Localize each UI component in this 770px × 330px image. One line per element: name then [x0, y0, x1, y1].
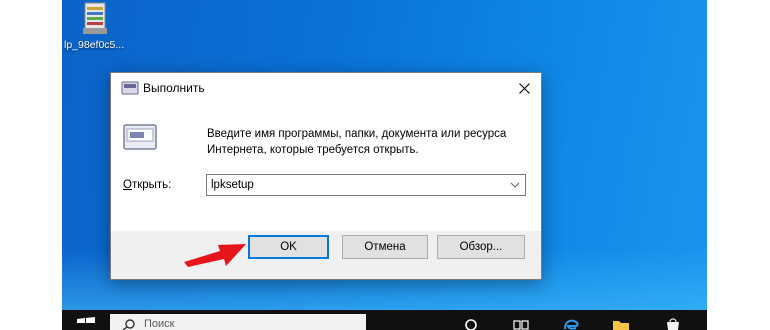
file-explorer-icon[interactable]: [612, 316, 630, 330]
open-label-accelerator: О: [123, 179, 132, 191]
command-input[interactable]: [211, 177, 501, 193]
chevron-down-icon[interactable]: [508, 178, 522, 192]
store-icon[interactable]: [664, 316, 682, 330]
dialog-content: Введите имя программы, папки, документа …: [111, 103, 541, 231]
run-program-icon: [123, 124, 157, 150]
close-button[interactable]: [507, 73, 541, 103]
desktop-shortcut[interactable]: lp_98ef0c5...: [62, 0, 132, 58]
cortana-icon[interactable]: [462, 316, 480, 330]
red-arrow-pointer: [184, 244, 246, 267]
windows-start-icon[interactable]: [76, 317, 96, 330]
archive-file-icon: [83, 2, 107, 34]
command-combobox[interactable]: [206, 174, 526, 196]
dialog-description: Введите имя программы, папки, документа …: [207, 128, 507, 156]
search-placeholder: Поиск: [144, 318, 175, 330]
dialog-titlebar[interactable]: Выполнить: [111, 73, 541, 103]
open-label-text: ткрыть:: [131, 179, 172, 191]
cancel-button[interactable]: Отмена: [342, 235, 428, 259]
run-icon: [121, 81, 139, 95]
taskbar-search-box[interactable]: Поиск: [110, 314, 366, 330]
dialog-title: Выполнить: [143, 81, 205, 95]
browse-button[interactable]: Обзор...: [437, 235, 525, 259]
edge-icon[interactable]: [562, 316, 580, 330]
open-label: Открыть:: [123, 179, 171, 191]
ok-button[interactable]: OK: [248, 235, 329, 259]
taskbar: Поиск: [62, 310, 707, 330]
search-icon: [122, 319, 135, 330]
close-icon: [519, 83, 530, 94]
run-dialog: Выполнить Введите имя программы, папки, …: [110, 72, 542, 280]
desktop-shortcut-label: lp_98ef0c5...: [64, 39, 125, 51]
task-view-icon[interactable]: [512, 316, 530, 330]
